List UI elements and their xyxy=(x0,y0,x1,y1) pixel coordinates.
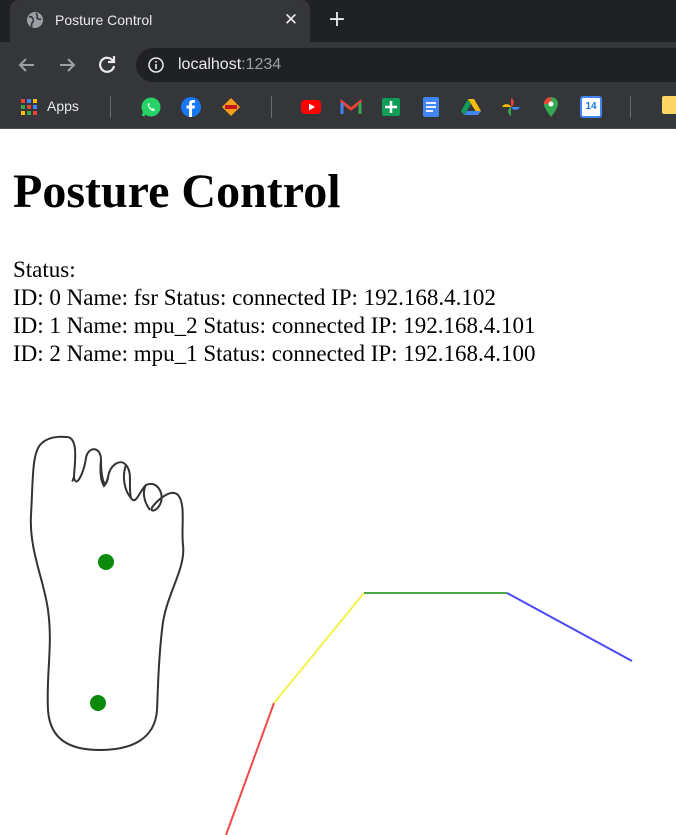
back-icon[interactable] xyxy=(15,53,39,77)
apps-grid-icon xyxy=(21,99,37,115)
bookmark-separator xyxy=(110,96,111,118)
tab-posture-control[interactable]: Posture Control ✕ xyxy=(10,0,310,42)
info-icon[interactable] xyxy=(148,57,164,73)
posture-skeleton xyxy=(225,592,633,835)
forward-icon[interactable] xyxy=(55,53,79,77)
url-port: :1234 xyxy=(241,56,282,73)
segment-upper-body xyxy=(506,592,633,662)
address-bar[interactable]: localhost:1234 xyxy=(136,48,676,82)
segment-upper-leg xyxy=(273,592,365,704)
close-icon[interactable]: ✕ xyxy=(281,10,301,30)
photos-icon[interactable] xyxy=(500,96,522,118)
tab-title: Posture Control xyxy=(55,12,153,28)
bookmarks-bar: Apps 14 xyxy=(0,88,676,129)
globe-icon xyxy=(27,12,43,28)
segment-lower-leg xyxy=(225,702,275,835)
status-block: Status: ID: 0 Name: fsr Status: connecte… xyxy=(13,256,536,368)
calendar-day: 14 xyxy=(585,101,597,112)
sheets-icon[interactable] xyxy=(380,96,402,118)
url-text: localhost:1234 xyxy=(178,56,281,74)
browser-toolbar: localhost:1234 xyxy=(0,42,676,88)
whatsapp-icon[interactable] xyxy=(140,96,162,118)
facebook-icon[interactable] xyxy=(180,96,202,118)
bookmark-icon[interactable] xyxy=(220,96,242,118)
youtube-icon[interactable] xyxy=(300,96,322,118)
docs-icon[interactable] xyxy=(420,96,442,118)
device-status-line: ID: 0 Name: fsr Status: connected IP: 19… xyxy=(13,285,496,310)
device-status-line: ID: 1 Name: mpu_2 Status: connected IP: … xyxy=(13,313,536,338)
folder-icon[interactable] xyxy=(662,96,676,114)
url-host: localhost xyxy=(178,56,242,73)
gmail-icon[interactable] xyxy=(340,96,362,118)
drive-icon[interactable] xyxy=(460,96,482,118)
device-status-line: ID: 2 Name: mpu_1 Status: connected IP: … xyxy=(13,341,536,366)
bookmark-separator xyxy=(630,96,631,118)
calendar-icon[interactable]: 14 xyxy=(580,96,602,118)
reload-icon[interactable] xyxy=(95,53,119,77)
tab-strip: Posture Control ✕ + xyxy=(0,0,676,42)
new-tab-button[interactable]: + xyxy=(326,9,348,31)
maps-icon[interactable] xyxy=(540,96,562,118)
page-title: Posture Control xyxy=(13,165,341,218)
apps-label: Apps xyxy=(47,98,79,114)
bookmark-separator xyxy=(271,96,272,118)
status-label: Status: xyxy=(13,257,76,282)
